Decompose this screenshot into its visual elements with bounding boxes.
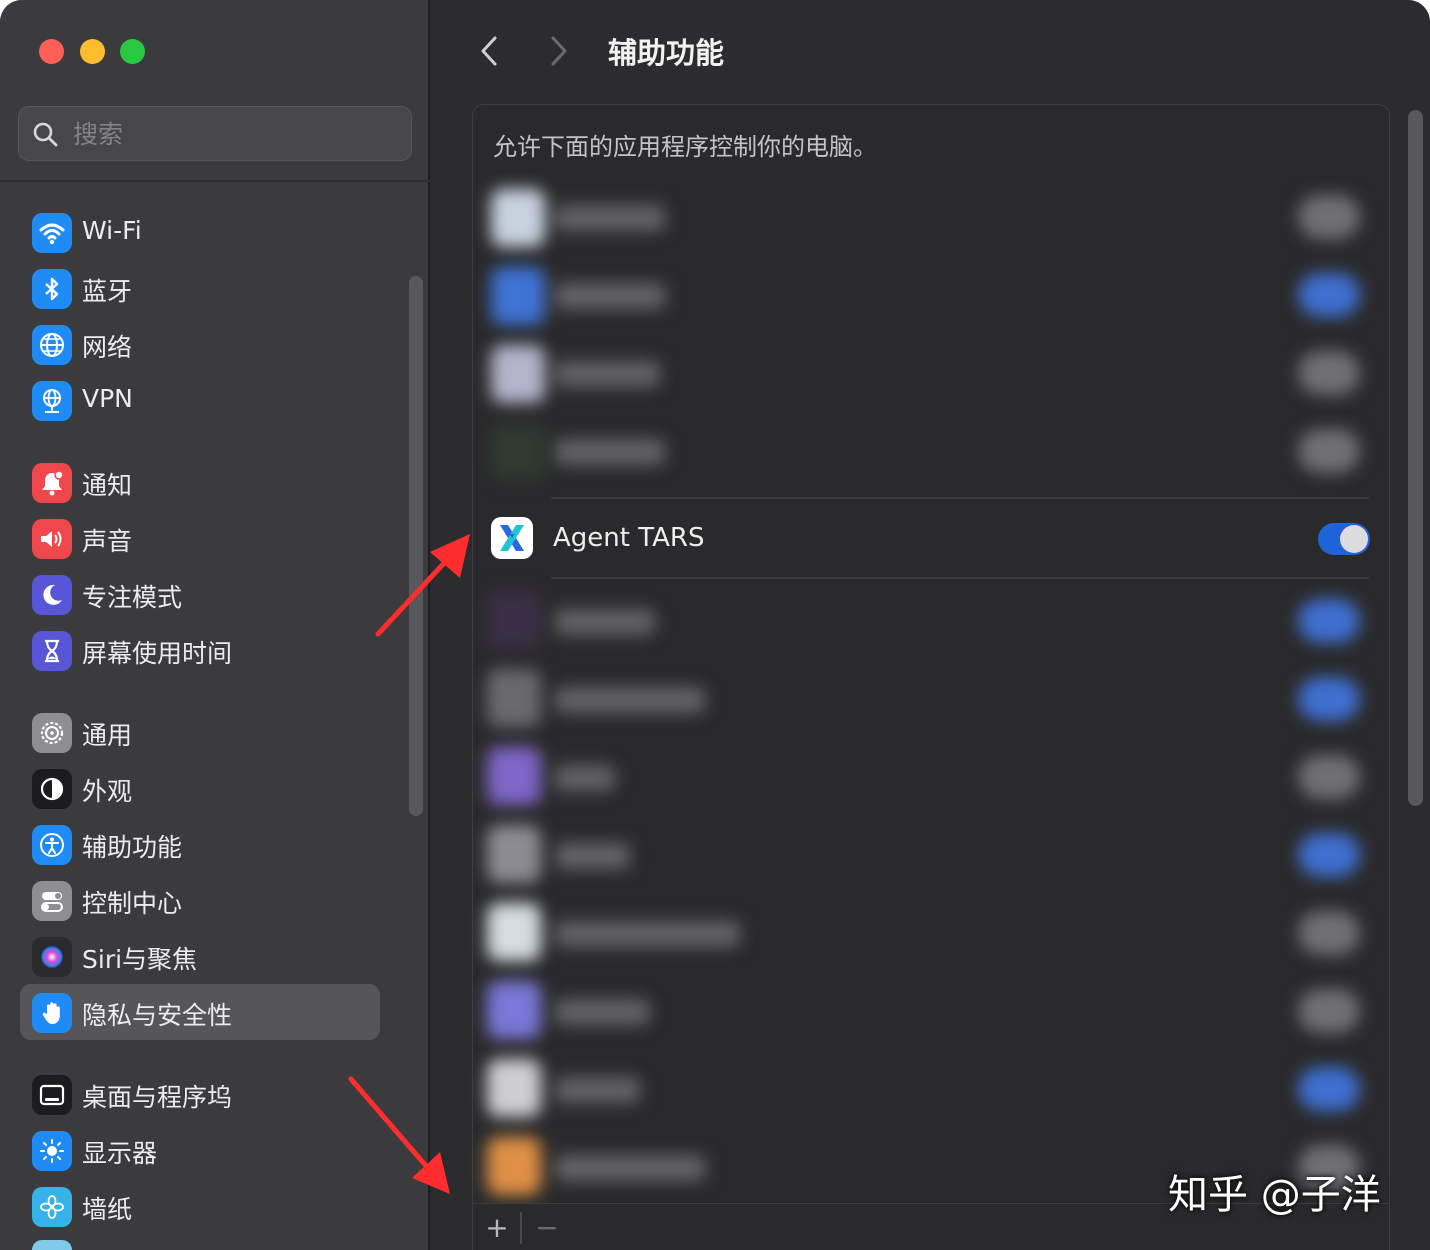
blurred-app-row [473,817,1389,895]
agent-tars-toggle[interactable] [1318,523,1370,555]
blurred-app-row [473,335,1389,413]
sidebar-item-wifi[interactable]: Wi-Fi [20,204,380,260]
page-title: 辅助功能 [608,36,725,70]
dock-icon [32,1075,72,1115]
sidebar-item-label: Wi-Fi [82,216,142,245]
toggle-knob [1340,525,1368,553]
forward-button[interactable] [544,33,574,69]
row-divider [551,497,1369,499]
sidebar-item-notifications[interactable]: 通知 [20,454,380,510]
main-scrollbar[interactable] [1408,110,1423,806]
wifi-icon [32,213,72,253]
sidebar: Wi-Fi 蓝牙 网络 VPN 通知 [0,0,430,1250]
blurred-app-row [473,1051,1389,1129]
bell-icon [32,463,72,503]
sidebar-item-label: 声音 [82,527,133,556]
minimize-window-button[interactable] [80,39,105,64]
watermark: 知乎 @子洋 [1168,1172,1381,1218]
siri-icon [32,937,72,977]
add-app-button[interactable]: + [477,1212,517,1244]
close-window-button[interactable] [39,39,64,64]
blurred-app-row [473,583,1389,661]
moon-icon [32,575,72,615]
blurred-app-row [473,257,1389,335]
back-button[interactable] [474,33,504,69]
hourglass-icon [32,631,72,671]
accessibility-icon [32,825,72,865]
toggles-icon [32,881,72,921]
hand-icon [32,993,72,1033]
sidebar-scrollbar[interactable] [409,276,423,816]
sidebar-divider [0,180,430,182]
bluetooth-icon [32,269,72,309]
sun-icon [32,1131,72,1171]
sidebar-item-label: 屏幕使用时间 [82,639,233,668]
app-permission-list: 允许下面的应用程序控制你的电脑。 Agent TARS + − [472,104,1390,1250]
search-input[interactable] [73,116,393,152]
sidebar-item-desktop-dock[interactable]: 桌面与程序坞 [20,1066,380,1122]
search-field[interactable] [18,106,412,161]
sidebar-item-focus[interactable]: 专注模式 [20,566,380,622]
settings-window: Wi-Fi 蓝牙 网络 VPN 通知 [0,0,1430,1250]
sidebar-item-network[interactable]: 网络 [20,316,380,372]
globe-icon [32,325,72,365]
sidebar-item-label: 墙纸 [82,1195,133,1224]
sidebar-item-label: 隐私与安全性 [82,1001,233,1030]
sidebar-item-label: Siri与聚焦 [82,945,198,974]
app-row-agent-tars[interactable]: Agent TARS [473,503,1389,579]
sidebar-item-label: 桌面与程序坞 [82,1083,233,1112]
sidebar-item-label: 蓝牙 [82,277,133,306]
blurred-app-row [473,661,1389,739]
gear-icon [32,713,72,753]
sidebar-item-label: 通用 [82,721,133,750]
sidebar-item-displays[interactable]: 显示器 [20,1122,380,1178]
sidebar-item-appearance[interactable]: 外观 [20,760,380,816]
sidebar-item-bluetooth[interactable]: 蓝牙 [20,260,380,316]
sidebar-item-label: 网络 [82,333,133,362]
sidebar-item-label: 控制中心 [82,889,183,918]
footer-divider [520,1212,522,1244]
sidebar-item-label: 外观 [82,777,133,806]
sidebar-item-screen-time[interactable]: 屏幕使用时间 [20,622,380,678]
blurred-app-row [473,739,1389,817]
sidebar-item-privacy-security[interactable]: 隐私与安全性 [20,984,380,1040]
blurred-app-row [473,895,1389,973]
search-icon [33,122,58,147]
vpn-globe-icon [32,381,72,421]
sidebar-item-vpn[interactable]: VPN [20,372,380,428]
blurred-app-row [473,413,1389,491]
appearance-icon [32,769,72,809]
remove-app-button[interactable]: − [527,1212,567,1244]
sidebar-item-siri-spotlight[interactable]: Siri与聚焦 [20,928,380,984]
sidebar-item-control-center[interactable]: 控制中心 [20,872,380,928]
sidebar-item-label: 通知 [82,471,133,500]
sidebar-item-accessibility[interactable]: 辅助功能 [20,816,380,872]
sidebar-item-label: VPN [82,384,133,413]
blurred-app-row [473,179,1389,257]
agent-tars-icon [491,517,533,559]
app-name: Agent TARS [553,523,705,553]
speaker-icon [32,519,72,559]
zoom-window-button[interactable] [120,39,145,64]
flower-icon [32,1187,72,1227]
sidebar-item-general[interactable]: 通用 [20,704,380,760]
sidebar-item-label: 显示器 [82,1139,158,1168]
sidebar-item-label: 辅助功能 [82,833,183,862]
sidebar-item-label: 专注模式 [82,583,183,612]
row-divider [551,577,1369,579]
main-content: 辅助功能 允许下面的应用程序控制你的电脑。 Agent TARS + − [432,0,1430,1250]
sidebar-item-sound[interactable]: 声音 [20,510,380,566]
sidebar-item-wallpaper[interactable]: 墙纸 [20,1178,380,1234]
blurred-app-row [473,973,1389,1051]
sidebar-item-partial [32,1240,72,1250]
panel-description: 允许下面的应用程序控制你的电脑。 [493,133,877,161]
